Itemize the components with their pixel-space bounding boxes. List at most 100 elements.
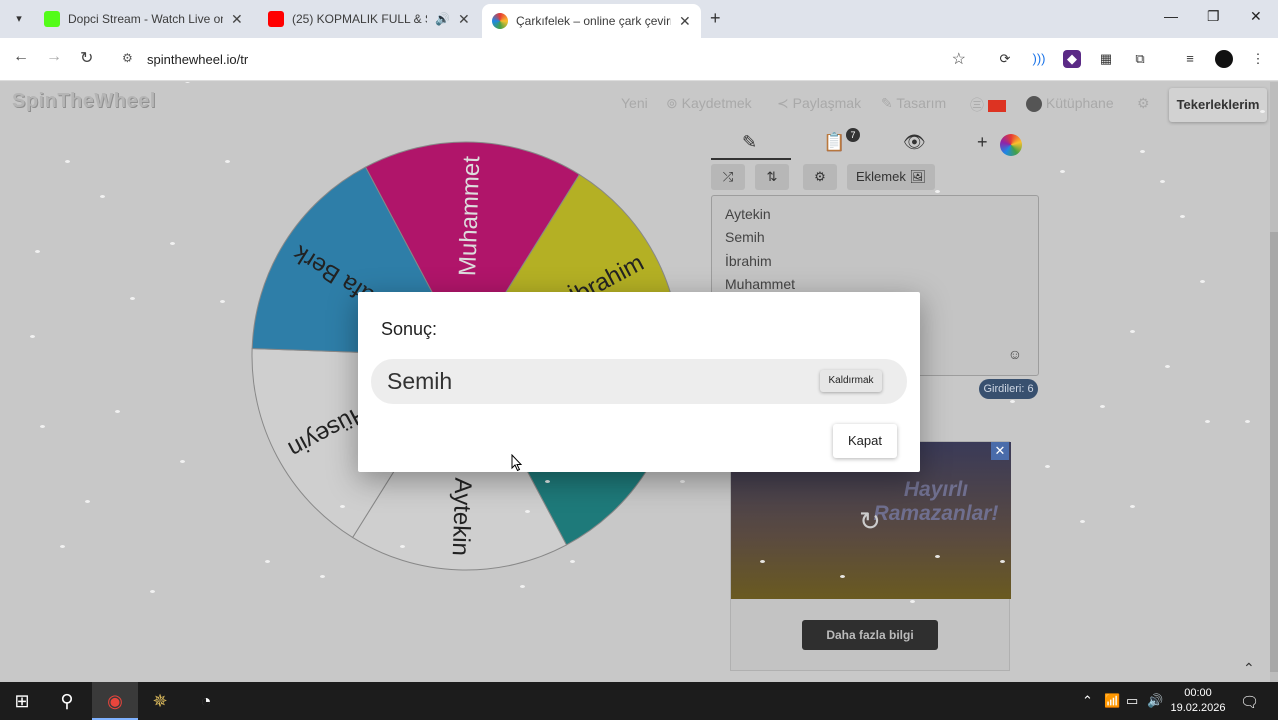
chrome-app-icon[interactable]: ◉ — [102, 688, 128, 714]
entry-line: Muhammet — [725, 276, 796, 292]
game-app-icon[interactable]: ✵ — [147, 688, 173, 714]
add-wheel-plus-icon[interactable]: + — [977, 132, 988, 153]
results-clipboard-icon[interactable]: 📋 — [823, 132, 845, 153]
sort-button[interactable]: ⇅ — [755, 164, 789, 190]
snowflake — [1010, 400, 1015, 403]
browser-toolbar: ← → ↻ ⚙ spinthewheel.io/tr ☆ ⟳ ))) ◆ ▦ ⧉… — [0, 38, 1278, 81]
purple-extension-icon[interactable]: ◆ — [1063, 50, 1081, 68]
tab-search-menu-icon[interactable]: ▾ — [8, 8, 30, 30]
tray-expand-icon[interactable]: ⌃ — [1082, 693, 1093, 709]
profile-avatar[interactable] — [1215, 50, 1233, 68]
snowflake — [1205, 420, 1210, 423]
snowflake — [1130, 330, 1135, 333]
menu-language[interactable]: ㊂ — [970, 95, 1006, 115]
browser-tab-strip: ▾ Dopci Stream - Watch Live on K ✕ (25) … — [0, 0, 1278, 38]
network-icon[interactable]: 📶 — [1104, 693, 1120, 709]
clock-time: 00:00 — [1184, 687, 1212, 699]
result-box: Semih Kaldırmak — [371, 359, 907, 472]
snowflake — [1160, 180, 1165, 183]
close-tab-icon[interactable]: ✕ — [679, 13, 691, 30]
hide-eye-icon[interactable]: 👁 — [903, 132, 926, 153]
back-icon[interactable]: ← — [13, 48, 29, 66]
shuffle-button[interactable]: ⤮ — [711, 164, 745, 190]
close-tab-icon[interactable]: ✕ — [231, 11, 243, 28]
start-windows-icon[interactable]: ⊞ — [9, 688, 35, 714]
translate-icon: ㊂ — [970, 97, 984, 113]
snowflake — [65, 160, 70, 163]
audio-extension-icon[interactable]: ))) — [1030, 50, 1048, 68]
snowflake — [170, 242, 175, 245]
tab-carkifelek[interactable]: Çarkıfelek – online çark çevirme ✕ — [482, 4, 701, 38]
my-wheels-button[interactable]: Tekerleklerim — [1169, 88, 1267, 122]
menu-new[interactable]: Yeni — [621, 95, 648, 111]
snowflake — [265, 560, 270, 563]
search-icon[interactable]: ⚲ — [54, 688, 80, 714]
reload-icon[interactable]: ↻ — [80, 48, 93, 68]
site-info-icon[interactable]: ⚙ — [122, 51, 133, 65]
volume-icon[interactable]: 🔊 — [1147, 693, 1163, 709]
scroll-to-top-icon[interactable]: ⌃ — [1243, 660, 1255, 677]
snowflake — [1200, 280, 1205, 283]
notifications-icon[interactable]: 🗨 — [1240, 693, 1259, 711]
remove-entry-button[interactable]: Kaldırmak — [820, 370, 882, 392]
tab-title: Çarkıfelek – online çark çevirme — [516, 14, 671, 28]
menu-save[interactable]: ⊚ Kaydetmek — [666, 95, 752, 112]
snowflake — [130, 297, 135, 300]
snowflake — [525, 510, 530, 513]
minimize-icon[interactable]: — — [1164, 8, 1178, 24]
emoji-picker-icon[interactable]: ☺ — [1008, 346, 1022, 362]
media-control-icon[interactable]: ≡ — [1181, 50, 1199, 68]
snowflake — [1260, 110, 1265, 113]
tab-kopmalik[interactable]: (25) KOPMALIK FULL & SET 🔊 ✕ — [268, 6, 470, 32]
snowflake — [1045, 465, 1050, 468]
menu-share[interactable]: ≺ Paylaşmak — [777, 95, 861, 112]
dialog-title: Sonuç: — [381, 319, 438, 339]
edit-pencil-icon[interactable]: ✎ — [742, 132, 757, 153]
snowflake — [1060, 170, 1065, 173]
spinthewheel-favicon-icon — [492, 13, 508, 29]
window-close-icon[interactable]: ✕ — [1250, 8, 1262, 25]
turkish-flag-icon — [987, 100, 1006, 113]
menu-design[interactable]: ✎ Tasarım — [881, 95, 946, 112]
system-clock[interactable]: 00:00 19.02.2026 — [1170, 686, 1226, 716]
replay-icon[interactable]: ↻ — [859, 506, 881, 537]
snowflake — [1000, 560, 1005, 563]
sync-extension-icon[interactable]: ⟳ — [996, 50, 1014, 68]
forward-icon[interactable]: → — [46, 48, 62, 66]
snowflake — [1180, 215, 1185, 218]
menu-library[interactable]: Kütüphane — [1026, 95, 1114, 113]
restore-icon[interactable]: ❐ — [1207, 8, 1220, 25]
site-logo[interactable]: SpinTheWheel — [12, 90, 156, 113]
add-image-button[interactable]: Eklemek 🖼 — [847, 164, 935, 190]
image-icon: 🖼 — [909, 169, 926, 184]
speaker-icon[interactable]: 🔊 — [435, 12, 450, 26]
new-tab-icon[interactable]: + — [710, 8, 721, 29]
page-scrollbar[interactable] — [1270, 82, 1278, 682]
address-bar[interactable]: ⚙ spinthewheel.io/tr ☆ — [110, 44, 980, 74]
tab-dopci-stream[interactable]: Dopci Stream - Watch Live on K ✕ — [44, 6, 243, 32]
entries-count-badge: Girdileri: 6 — [979, 379, 1038, 399]
snowflake — [680, 480, 685, 483]
recorder-app-icon[interactable]: ◔ — [193, 688, 219, 714]
winner-name: Semih — [387, 368, 453, 394]
color-palette-icon[interactable] — [1000, 134, 1022, 156]
results-count-badge: 7 — [846, 128, 860, 142]
entry-settings-button[interactable]: ⚙ — [803, 164, 837, 190]
ad-learn-more-button[interactable]: Daha fazla bilgi — [802, 620, 938, 650]
menu-settings-icon[interactable]: ⚙ — [1137, 95, 1150, 112]
tab-title: Dopci Stream - Watch Live on K — [68, 12, 223, 26]
battery-icon[interactable]: ▭ — [1126, 693, 1138, 709]
close-dialog-button[interactable]: Kapat — [833, 424, 897, 458]
scrollbar-thumb[interactable] — [1270, 232, 1278, 672]
qr-extension-icon[interactable]: ▦ — [1097, 50, 1115, 68]
url-text[interactable]: spinthewheel.io/tr — [147, 52, 248, 67]
close-tab-icon[interactable]: ✕ — [458, 11, 470, 28]
ad-close-icon[interactable]: ✕ — [991, 442, 1009, 460]
snowflake — [545, 480, 550, 483]
extensions-puzzle-icon[interactable]: ⧉ — [1131, 50, 1149, 68]
bookmark-star-icon[interactable]: ☆ — [952, 49, 966, 69]
advertisement[interactable]: Hayırlı Ramazanlar! ↻ ✕ Daha fazla bilgi — [730, 441, 1011, 671]
snowflake — [320, 575, 325, 578]
chrome-menu-icon[interactable]: ⋮ — [1249, 50, 1267, 68]
snowflake — [570, 560, 575, 563]
